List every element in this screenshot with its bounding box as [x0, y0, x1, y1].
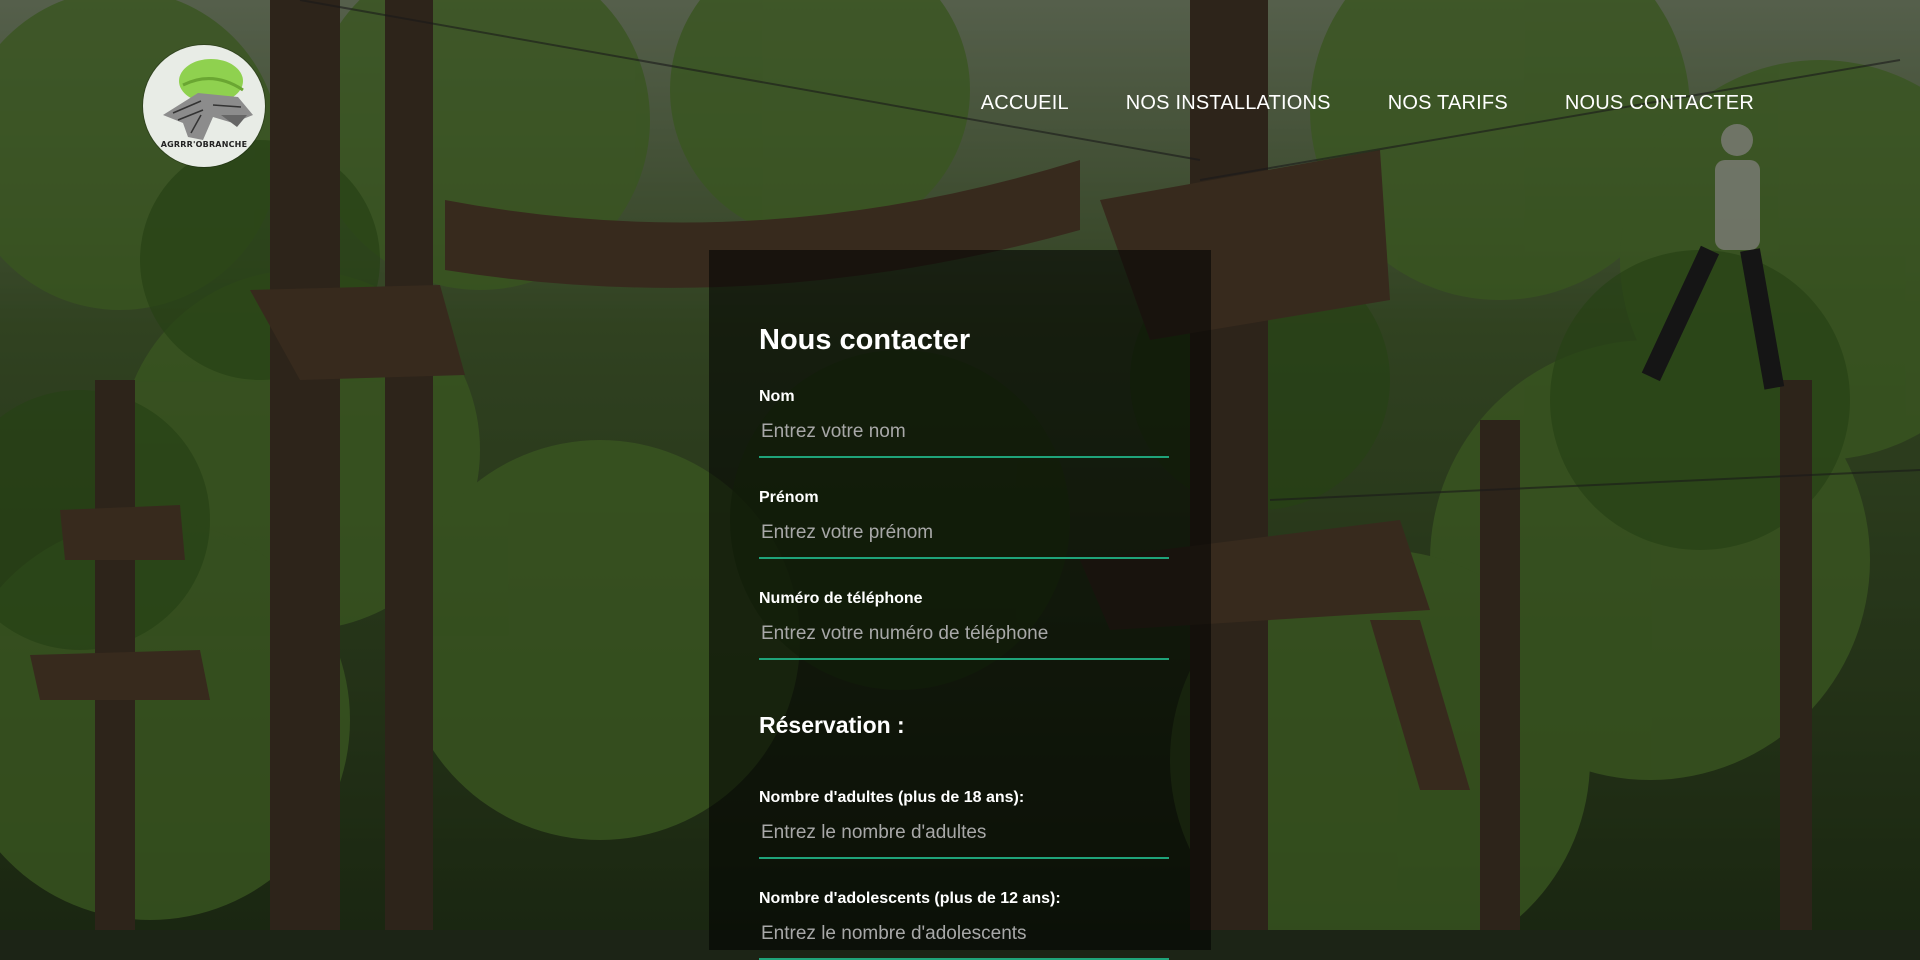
- adolescents-field-group: Nombre d'adolescents (plus de 12 ans): E…: [759, 890, 1169, 960]
- adolescents-label: Nombre d'adolescents (plus de 12 ans):: [759, 890, 1061, 907]
- nav-item-nos-tarifs[interactable]: NOS TARIFS: [1388, 92, 1508, 115]
- prenom-field-group: Prénom Entrez votre prénom: [759, 489, 1169, 559]
- telephone-field-group: Numéro de téléphone Entrez votre numéro …: [759, 590, 1169, 660]
- logo-brand-text: AGRRR'OBRANCHE: [160, 140, 248, 149]
- form-title: Nous contacter: [759, 324, 971, 356]
- nom-field-group: Nom Entrez votre nom: [759, 388, 1169, 458]
- prenom-input[interactable]: Entrez votre prénom: [759, 519, 1169, 559]
- nom-label: Nom: [759, 388, 795, 405]
- adultes-input[interactable]: Entrez le nombre d'adultes: [759, 819, 1169, 859]
- telephone-input[interactable]: Entrez votre numéro de téléphone: [759, 620, 1169, 660]
- adolescents-input[interactable]: Entrez le nombre d'adolescents: [759, 920, 1169, 960]
- nav-item-accueil[interactable]: ACCUEIL: [981, 92, 1069, 115]
- adultes-label: Nombre d'adultes (plus de 18 ans):: [759, 789, 1025, 806]
- adultes-field-group: Nombre d'adultes (plus de 18 ans): Entre…: [759, 789, 1169, 859]
- nav-item-nos-installations[interactable]: NOS INSTALLATIONS: [1126, 92, 1331, 115]
- site-logo[interactable]: AGRRR'OBRANCHE: [143, 45, 265, 167]
- reservation-title: Réservation :: [759, 712, 905, 738]
- main-navigation: ACCUEIL NOS INSTALLATIONS NOS TARIFS NOU…: [924, 92, 1754, 115]
- prenom-label: Prénom: [759, 489, 819, 506]
- contact-form-panel: Nous contacter Nom Entrez votre nom Prén…: [709, 250, 1211, 960]
- telephone-label: Numéro de téléphone: [759, 590, 923, 607]
- nav-item-nous-contacter[interactable]: NOUS CONTACTER: [1565, 92, 1754, 115]
- nom-input[interactable]: Entrez votre nom: [759, 418, 1169, 458]
